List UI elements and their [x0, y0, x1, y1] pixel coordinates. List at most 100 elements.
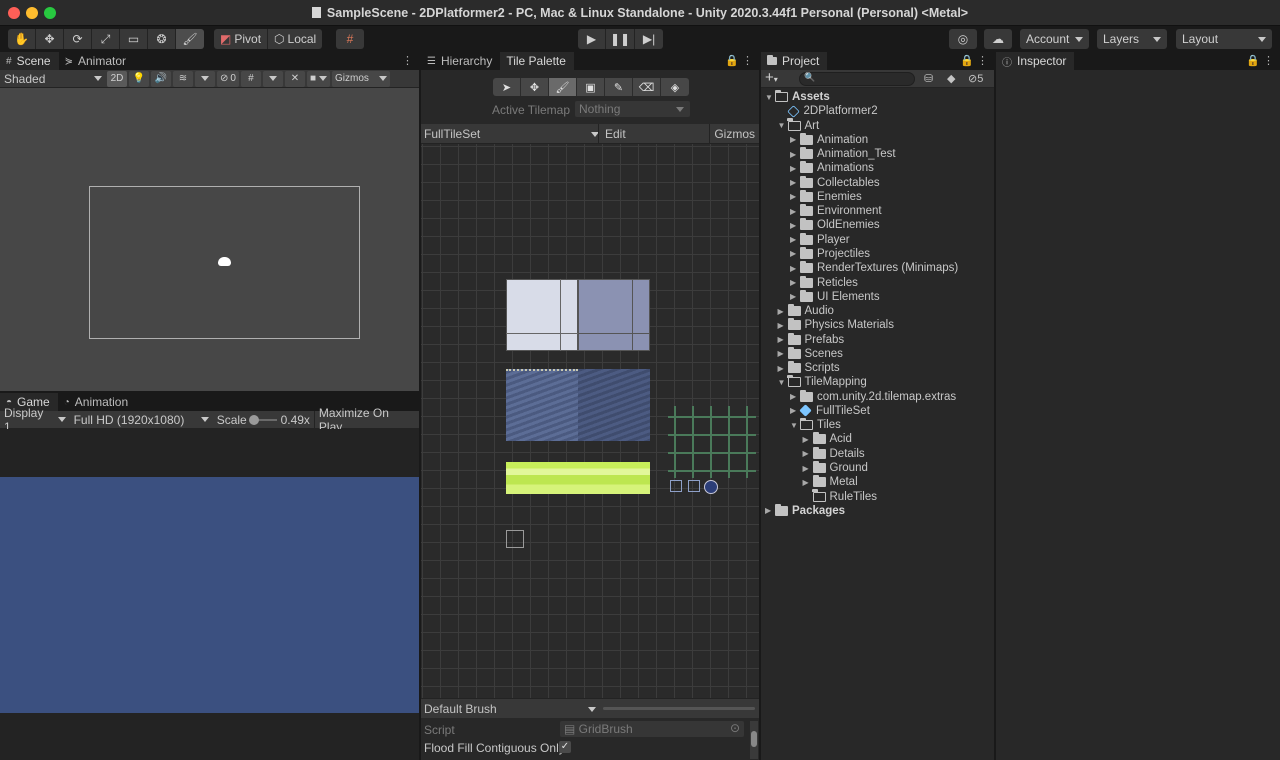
script-field[interactable]: ▤ GridBrush ⊙ [560, 721, 744, 737]
collapsed-arrow-icon[interactable]: ▶ [790, 292, 800, 301]
rect-tool-button[interactable]: ▭ [120, 29, 148, 49]
filter-type-button[interactable]: ⛁ [924, 72, 933, 85]
edit-palette-button[interactable]: Edit [598, 124, 632, 144]
audio-toggle[interactable]: 🔊 [151, 70, 171, 87]
tree-item[interactable]: ▶ Physics Materials [778, 318, 894, 332]
visibility-toggle[interactable]: ⊘ 0 [217, 70, 239, 87]
tree-item[interactable]: ▶ Animation_Test [790, 147, 896, 161]
grid-snap-button[interactable]: # [336, 29, 364, 49]
local-button[interactable]: ⬡ Local [268, 29, 323, 49]
active-tilemap-dropdown[interactable]: Nothing [575, 101, 690, 117]
eraser-tool-button[interactable]: ⌫ [633, 78, 661, 96]
collapsed-arrow-icon[interactable]: ▶ [765, 506, 775, 515]
panel-menu-icon[interactable]: 🔒 ⋮ [725, 54, 753, 67]
layers-dropdown[interactable]: Layers [1097, 29, 1167, 49]
collapsed-arrow-icon[interactable]: ▶ [778, 307, 788, 316]
tree-item[interactable]: ▶ Prefabs [778, 332, 844, 347]
pause-button[interactable]: ❚❚ [606, 29, 636, 49]
tree-item[interactable]: ▶ Metal [803, 475, 858, 489]
collapsed-arrow-icon[interactable]: ▶ [790, 278, 800, 287]
tree-item[interactable]: ▼ TileMapping [778, 374, 867, 389]
palette-grid[interactable] [421, 144, 759, 698]
collapsed-arrow-icon[interactable]: ▶ [790, 221, 800, 230]
tree-item[interactable]: ▶ RenderTextures (Minimaps) [790, 261, 958, 275]
collapsed-arrow-icon[interactable]: ▶ [790, 150, 800, 159]
collapsed-arrow-icon[interactable]: ▶ [803, 449, 813, 458]
gizmos-dropdown[interactable]: Gizmos [332, 70, 390, 87]
move-tool-button[interactable]: ✥ [521, 78, 549, 96]
tree-item[interactable]: ▶ Audio [778, 304, 834, 318]
tab-animator[interactable]: ⋟ Animator [59, 52, 134, 70]
scale-tool-button[interactable]: ⤢ [92, 29, 120, 49]
pivot-button[interactable]: ◩ Pivot [214, 29, 269, 49]
paint-tool-button[interactable]: 🖌 [549, 78, 577, 96]
expanded-arrow-icon[interactable]: ▼ [790, 421, 800, 430]
collab-button[interactable]: ◎ [949, 29, 977, 49]
tree-item[interactable]: ▶ Details [803, 446, 865, 461]
effects-dropdown[interactable] [195, 70, 215, 87]
maximize-on-play-toggle[interactable]: Maximize On Play [313, 406, 419, 434]
tree-item[interactable]: ▶ Animations [790, 161, 874, 175]
flood-fill-checkbox[interactable]: ✓ [559, 741, 571, 753]
detail-tile[interactable] [670, 480, 682, 492]
scrollbar-thumb[interactable] [751, 731, 757, 747]
scale-slider-thumb[interactable] [248, 414, 259, 425]
collapsed-arrow-icon[interactable]: ▶ [790, 192, 800, 201]
expanded-arrow-icon[interactable]: ▼ [778, 378, 788, 387]
move-tool-button[interactable]: ✥ [36, 29, 64, 49]
collapsed-arrow-icon[interactable]: ▶ [803, 464, 813, 473]
expanded-arrow-icon[interactable]: ▼ [778, 121, 788, 130]
tree-item[interactable]: ▼ Tiles [790, 417, 841, 432]
collapsed-arrow-icon[interactable]: ▶ [790, 207, 800, 216]
resolution-dropdown[interactable]: Full HD (1920x1080) [70, 411, 213, 429]
scene-viewport[interactable] [0, 88, 419, 391]
tab-inspector[interactable]: ⓘ Inspector [996, 52, 1075, 70]
shading-dropdown[interactable]: Shaded [0, 70, 106, 88]
collapsed-arrow-icon[interactable]: ▶ [803, 435, 813, 444]
tab-tile-palette[interactable]: Tile Palette [500, 52, 574, 70]
collapsed-arrow-icon[interactable]: ▶ [790, 235, 800, 244]
panel-menu-icon[interactable]: ⋮ [402, 54, 413, 67]
collapsed-arrow-icon[interactable]: ▶ [790, 249, 800, 258]
tree-item[interactable]: ▶ Acid [803, 432, 852, 446]
custom-tool-button[interactable]: 🖌 [176, 29, 204, 49]
select-tool-button[interactable]: ➤ [493, 78, 521, 96]
grid-toggle[interactable]: # [240, 70, 261, 87]
collapsed-arrow-icon[interactable]: ▶ [778, 335, 788, 344]
tree-item[interactable]: ▶ Packages [765, 503, 845, 518]
tree-item[interactable]: ▶ Player [790, 232, 850, 247]
tree-item[interactable]: ▶ FullTileSet [790, 404, 870, 418]
scale-slider[interactable] [248, 414, 277, 425]
tools-toggle[interactable]: ✕ [284, 70, 305, 87]
tree-item[interactable]: ▶ com.unity.2d.tilemap.extras [790, 389, 956, 404]
collapsed-arrow-icon[interactable]: ▶ [778, 364, 788, 373]
tree-item[interactable]: ▶ Scripts [778, 361, 840, 375]
camera-dropdown[interactable]: ■ [306, 70, 330, 87]
layout-dropdown[interactable]: Layout [1176, 29, 1272, 49]
collapsed-arrow-icon[interactable]: ▶ [790, 135, 800, 144]
grid-dropdown[interactable] [262, 70, 283, 87]
detail-tile[interactable] [704, 480, 718, 494]
collapsed-arrow-icon[interactable]: ▶ [790, 392, 800, 401]
tab-scene[interactable]: # Scene [0, 52, 59, 70]
tab-hierarchy[interactable]: ☰ Hierarchy [421, 52, 500, 70]
search-input[interactable]: 🔍 [799, 72, 915, 86]
game-viewport[interactable] [0, 477, 419, 713]
tree-item[interactable]: ▶ Reticles [790, 275, 858, 290]
tree-item[interactable]: RuleTiles [803, 489, 877, 504]
collapsed-arrow-icon[interactable]: ▶ [790, 406, 800, 415]
detail-tiles[interactable] [668, 406, 756, 478]
lighting-toggle[interactable]: 💡 [129, 70, 149, 87]
brush-scrollbar[interactable] [750, 721, 758, 759]
palette-dropdown[interactable]: FullTileSet [424, 127, 599, 141]
tree-item[interactable]: ▼ Assets [765, 89, 830, 104]
tree-item[interactable]: ▶ Projectiles [790, 246, 870, 261]
picker-tool-button[interactable]: ✎ [605, 78, 633, 96]
cloud-button[interactable]: ☁ [984, 29, 1012, 49]
transform-tool-button[interactable]: ❂ [148, 29, 176, 49]
mode-2d-button[interactable]: 2D [107, 70, 127, 87]
brush-dropdown[interactable]: Default Brush [424, 702, 596, 716]
metal-dark-tile[interactable] [578, 279, 650, 351]
hand-tool-button[interactable]: ✋ [8, 29, 36, 49]
panel-menu-icon[interactable]: 🔒 ⋮ [1246, 54, 1274, 67]
